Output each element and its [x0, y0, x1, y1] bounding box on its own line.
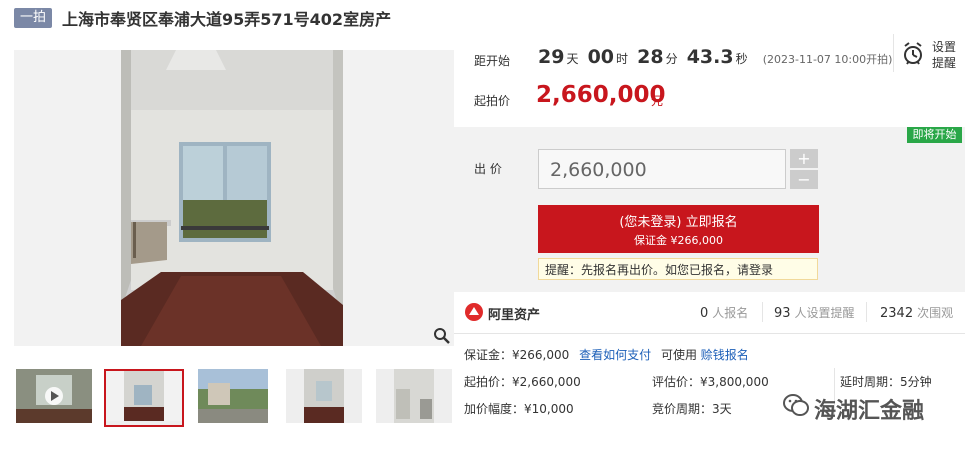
status-badge: 即将开始	[907, 127, 962, 143]
countdown-seconds: 43.3	[686, 46, 734, 68]
countdown-days: 29	[538, 46, 565, 68]
how-to-pay-link[interactable]: 查看如何支付	[579, 348, 651, 362]
bid-amount-input[interactable]: 2,660,000	[538, 149, 786, 189]
reminder-label-2: 提醒	[932, 56, 957, 70]
thumbnail-video[interactable]	[16, 369, 92, 423]
loan-signup-link[interactable]: 赊钱报名	[701, 348, 749, 362]
countdown-label: 距开始	[474, 54, 511, 68]
start-price-detail: 起拍价：¥2,660,000	[464, 375, 581, 389]
thumbnail-room[interactable]	[286, 369, 362, 423]
deposit-info: 保证金：¥266,000 查看如何支付 可使用 赊钱报名	[464, 348, 749, 362]
wechat-icon	[782, 392, 810, 422]
starting-price-value: 2,660,000	[536, 82, 666, 108]
login-hint: 提醒：先报名再出价。如您已报名，请登录	[538, 258, 818, 280]
starting-price-unit: 元	[651, 94, 664, 108]
main-photo-viewer[interactable]	[14, 50, 454, 346]
signup-count: 0 人报名	[700, 306, 749, 321]
thumbnail-exterior[interactable]	[198, 369, 268, 423]
assessed-price-detail: 评估价：¥3,800,000	[652, 375, 769, 389]
watermark-text: 海湖汇金融	[814, 399, 925, 424]
brand-name: 阿里资产	[488, 308, 541, 323]
auction-round-tag: 一拍	[14, 8, 52, 28]
ali-assets-logo-icon	[464, 302, 484, 326]
thumbnail-kitchen[interactable]	[376, 369, 452, 423]
increment-detail: 加价幅度：¥10,000	[464, 402, 574, 416]
signup-button[interactable]: (您未登录) 立即报名 保证金 ¥266,000	[538, 205, 819, 253]
signup-button-label: (您未登录) 立即报名	[619, 215, 738, 230]
page-title: 上海市奉贤区奉浦大道95弄571号402室房产	[62, 10, 392, 29]
reminder-label-1: 设置	[932, 40, 957, 54]
start-time-note: (2023-11-07 10:00开拍)	[762, 53, 893, 66]
zoom-icon[interactable]	[432, 326, 452, 346]
signup-deposit-label: 保证金 ¥266,000	[634, 234, 723, 247]
alarm-clock-icon	[902, 42, 924, 70]
bid-label: 出 价	[474, 162, 502, 176]
thumbnail-photo-selected[interactable]	[104, 369, 184, 427]
reminder-count: 93 人设置提醒	[774, 306, 855, 321]
bid-decrease-button[interactable]: −	[790, 170, 818, 189]
set-reminder-button[interactable]: 设置 提醒	[893, 34, 960, 72]
room-photo	[121, 50, 343, 346]
countdown-hours: 00	[587, 46, 615, 68]
view-count: 2342 次围观	[880, 306, 954, 321]
countdown-timer: 29 天 00 时 28 分 43.3 秒 (2023-11-07 10:00开拍)	[538, 46, 893, 68]
countdown-minutes: 28	[637, 46, 664, 68]
delay-period-detail: 延时周期：5分钟	[840, 375, 932, 389]
bid-period-detail: 竞价周期：3天	[652, 402, 732, 416]
starting-price-label: 起拍价	[474, 94, 511, 108]
bid-increase-button[interactable]: +	[790, 149, 818, 168]
